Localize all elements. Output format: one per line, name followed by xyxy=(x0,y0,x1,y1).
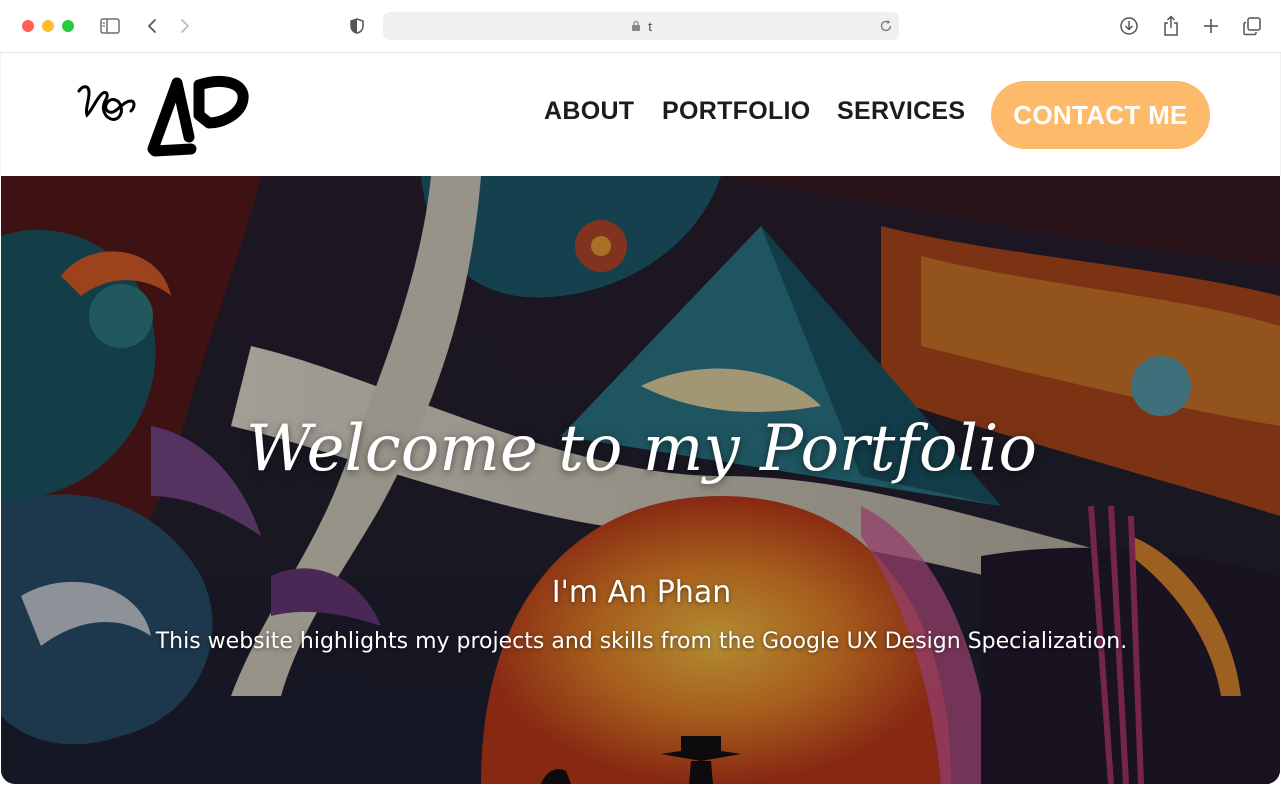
url-text: t xyxy=(648,18,652,34)
hero-section: Welcome to my Portfolio I'm An Phan This… xyxy=(1,176,1280,784)
back-icon[interactable] xyxy=(143,14,161,38)
minimize-window-button[interactable] xyxy=(42,20,54,32)
close-window-button[interactable] xyxy=(22,20,34,32)
tabs-overview-icon[interactable] xyxy=(1241,14,1263,38)
nav-about[interactable]: ABOUT xyxy=(544,97,634,126)
sidebar-icon[interactable] xyxy=(98,14,122,38)
hero-description: This website highlights my projects and … xyxy=(155,629,1128,654)
address-bar[interactable]: t xyxy=(383,12,899,40)
download-icon[interactable] xyxy=(1118,14,1140,38)
reload-icon[interactable] xyxy=(879,19,893,36)
new-tab-icon[interactable] xyxy=(1200,14,1222,38)
site-header: ABOUT PORTFOLIO SERVICES CONTACT ME xyxy=(0,53,1281,176)
lock-icon xyxy=(632,20,641,31)
browser-toolbar: t xyxy=(0,0,1281,53)
shield-icon[interactable] xyxy=(348,14,366,38)
hero-subtitle: I'm An Phan xyxy=(551,575,732,610)
hero-title: Welcome to my Portfolio xyxy=(246,412,1037,486)
zoom-window-button[interactable] xyxy=(62,20,74,32)
nav-portfolio[interactable]: PORTFOLIO xyxy=(662,97,811,126)
site-logo[interactable] xyxy=(75,71,255,161)
contact-me-button[interactable]: CONTACT ME xyxy=(991,81,1210,149)
share-icon[interactable] xyxy=(1160,14,1182,38)
nav-services[interactable]: SERVICES xyxy=(837,97,965,126)
forward-icon[interactable] xyxy=(176,14,194,38)
